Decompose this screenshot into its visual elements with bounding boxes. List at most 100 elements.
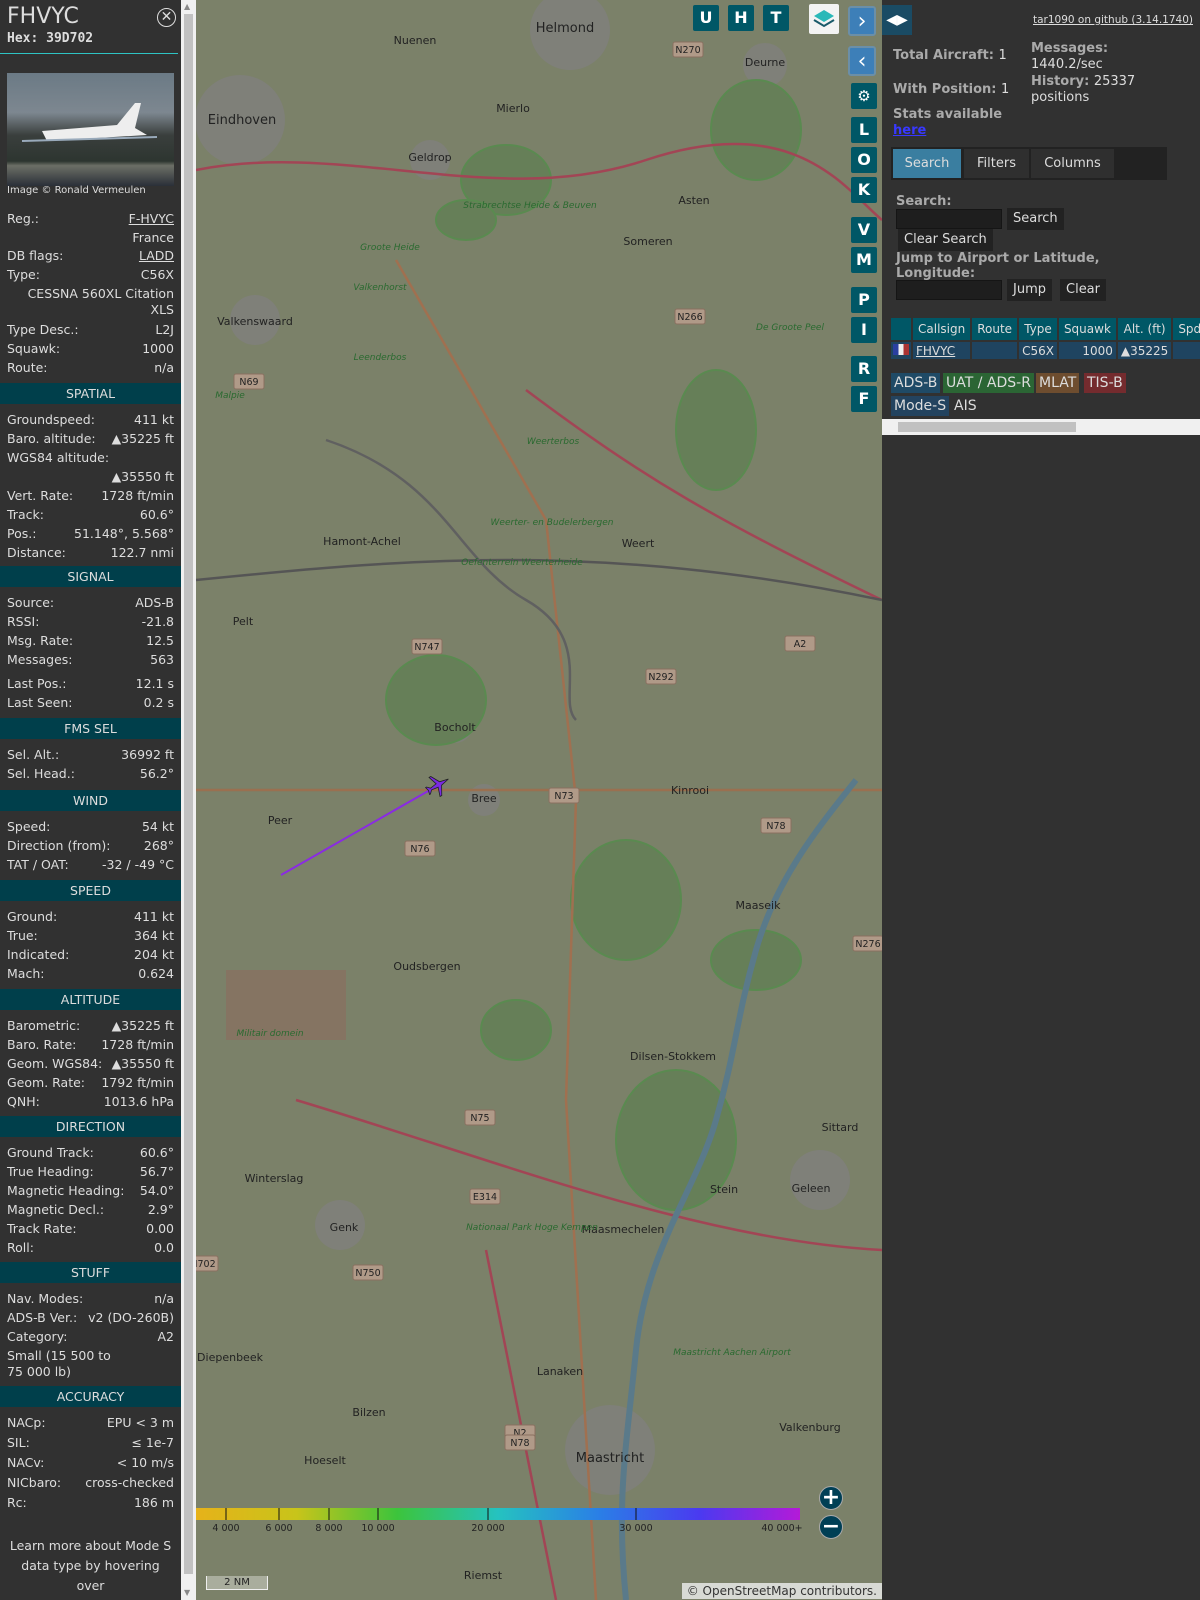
search-button[interactable]: Search — [1007, 208, 1064, 230]
tab-search[interactable]: Search — [893, 149, 961, 178]
map-button-m[interactable]: M — [851, 247, 877, 273]
aircraft-marker-icon[interactable] — [422, 769, 454, 800]
table-horizontal-scrollbar[interactable] — [882, 419, 1200, 435]
map[interactable]: Nuenen Helmond Deurne Eindhoven Mierlo Geldro… — [196, 0, 882, 1600]
column-header[interactable]: Route — [972, 318, 1018, 340]
zoom-out-button[interactable]: − — [819, 1515, 843, 1539]
github-link[interactable]: tar1090 on github (3.14.1740) — [1033, 14, 1193, 26]
map-button-r[interactable]: R — [851, 356, 877, 382]
clear-search-button[interactable]: Clear Search — [898, 229, 993, 251]
map-button-k[interactable]: K — [851, 177, 877, 203]
detail-value: n/a — [154, 1291, 174, 1306]
aircraft-photo[interactable] — [7, 73, 174, 186]
section-header-spatial[interactable]: SPATIAL — [0, 383, 181, 404]
detail-label: Roll: — [7, 1240, 34, 1255]
info-row: Type: C56X — [7, 267, 174, 283]
left-panel-scrollbar[interactable]: ▲ ▼ — [181, 0, 196, 1600]
detail-label: ADS-B Ver.: — [7, 1310, 78, 1325]
detail-value: -32 / -49 °C — [102, 857, 174, 872]
column-header[interactable]: Callsign — [913, 318, 971, 340]
info-value[interactable]: F-HVYC — [129, 211, 174, 227]
jump-label: Jump to Airport or Latitude, Longitude: — [896, 251, 1100, 281]
place-label: Geleen — [792, 1182, 831, 1195]
detail-value: 12.1 s — [135, 676, 174, 691]
map-canvas[interactable]: Nuenen Helmond Deurne Eindhoven Mierlo Geldro… — [196, 0, 882, 1600]
jump-input[interactable] — [896, 280, 1002, 300]
place-label: Mierlo — [496, 102, 530, 115]
chevron-right-icon[interactable]: › — [848, 6, 876, 36]
section-header-wind[interactable]: WIND — [0, 790, 181, 811]
info-value: L2J — [155, 322, 174, 337]
info-label: Type Desc.: — [7, 322, 79, 337]
section-header-speed[interactable]: SPEED — [0, 880, 181, 901]
column-header[interactable]: Squawk — [1058, 318, 1116, 340]
park-label: Militair domein — [236, 1029, 303, 1039]
place-label: Bilzen — [352, 1406, 385, 1419]
map-button-l[interactable]: L — [851, 117, 877, 143]
settings-gear-icon[interactable]: ⚙ — [851, 83, 877, 109]
road-label: N76 — [410, 844, 429, 855]
detail-label: NACp: — [7, 1415, 46, 1430]
map-button-o[interactable]: O — [851, 147, 877, 173]
detail-label: Msg. Rate: — [7, 633, 74, 648]
detail-row: Speed: 54 kt — [7, 819, 174, 835]
jump-button[interactable]: Jump — [1007, 279, 1052, 301]
zoom-in-button[interactable]: + — [819, 1486, 843, 1510]
map-button-f[interactable]: F — [851, 386, 877, 412]
layers-icon[interactable] — [809, 4, 839, 34]
place-label: Nuenen — [394, 34, 437, 47]
detail-row: Indicated: 204 kt — [7, 947, 174, 963]
panel-tabs: Search Filters Columns — [891, 147, 1167, 180]
tab-filters[interactable]: Filters — [964, 149, 1029, 178]
map-button-v[interactable]: V — [851, 217, 877, 243]
info-row: CESSNA 560XL Citation XLS — [7, 286, 174, 318]
section-header-signal[interactable]: SIGNAL — [0, 566, 181, 587]
clear-button[interactable]: Clear — [1060, 279, 1106, 301]
aircraft-list-panel: ◀▶ tar1090 on github (3.14.1740) Total A… — [882, 0, 1200, 1600]
detail-row: ▲35550 ft — [7, 469, 174, 485]
tab-columns[interactable]: Columns — [1031, 149, 1114, 178]
detail-label: Ground Track: — [7, 1145, 94, 1160]
history-label: History: — [1031, 74, 1090, 89]
place-label: Asten — [678, 194, 709, 207]
map-button-h[interactable]: H — [728, 5, 754, 31]
detail-value: A2 — [157, 1329, 174, 1344]
map-attribution[interactable]: © OpenStreetMap contributors. — [681, 1583, 882, 1599]
map-button-u[interactable]: U — [693, 5, 719, 31]
map-button-t[interactable]: T — [763, 5, 789, 31]
section-header-altitude[interactable]: ALTITUDE — [0, 989, 181, 1010]
info-value[interactable]: LADD — [139, 248, 174, 264]
search-label: Search: — [896, 194, 952, 209]
info-value: C56X — [140, 267, 174, 282]
search-input[interactable] — [896, 209, 1002, 229]
detail-row: Baro. altitude: ▲35225 ft — [7, 431, 174, 447]
aircraft-table: Callsign Route Type Squawk Alt. (ft) Spd FHVY… — [889, 316, 1200, 361]
forest-area — [480, 999, 552, 1061]
info-row: Type Desc.: L2J — [7, 322, 174, 338]
detail-value: 204 kt — [134, 947, 174, 962]
table-row[interactable]: FHVYC C56X 1000 ▲35225 — [891, 342, 1200, 359]
map-button-p[interactable]: P — [851, 287, 877, 313]
section-header-accuracy[interactable]: ACCURACY — [0, 1386, 181, 1407]
info-label: Squawk: — [7, 341, 61, 356]
cell-callsign[interactable]: FHVYC — [913, 342, 971, 359]
detail-label: Last Seen: — [7, 695, 73, 710]
detail-row: True: 364 kt — [7, 928, 174, 944]
detail-row: Msg. Rate: 12.5 — [7, 633, 174, 649]
column-header[interactable]: Spd — [1173, 318, 1200, 340]
detail-row: Barometric: ▲35225 ft — [7, 1018, 174, 1034]
chevron-left-icon[interactable]: ‹ — [848, 46, 876, 76]
close-circle-icon[interactable]: ✕ — [157, 8, 176, 27]
section-header-direction[interactable]: DIRECTION — [0, 1116, 181, 1137]
park-label: Leenderbos — [354, 353, 407, 363]
map-button-i[interactable]: I — [851, 317, 877, 343]
place-label: Valkenburg — [779, 1421, 840, 1434]
stats-link[interactable]: here — [893, 123, 926, 138]
column-header[interactable]: Type — [1019, 318, 1057, 340]
section-header-fms-sel[interactable]: FMS SEL — [0, 718, 181, 739]
toggle-sidebar-button[interactable]: ◀▶ — [882, 5, 912, 35]
section-header-stuff[interactable]: STUFF — [0, 1262, 181, 1283]
column-header[interactable] — [891, 318, 911, 340]
column-header[interactable]: Alt. (ft) — [1117, 318, 1172, 340]
detail-row: Pos.: 51.148°, 5.568° — [7, 526, 174, 542]
